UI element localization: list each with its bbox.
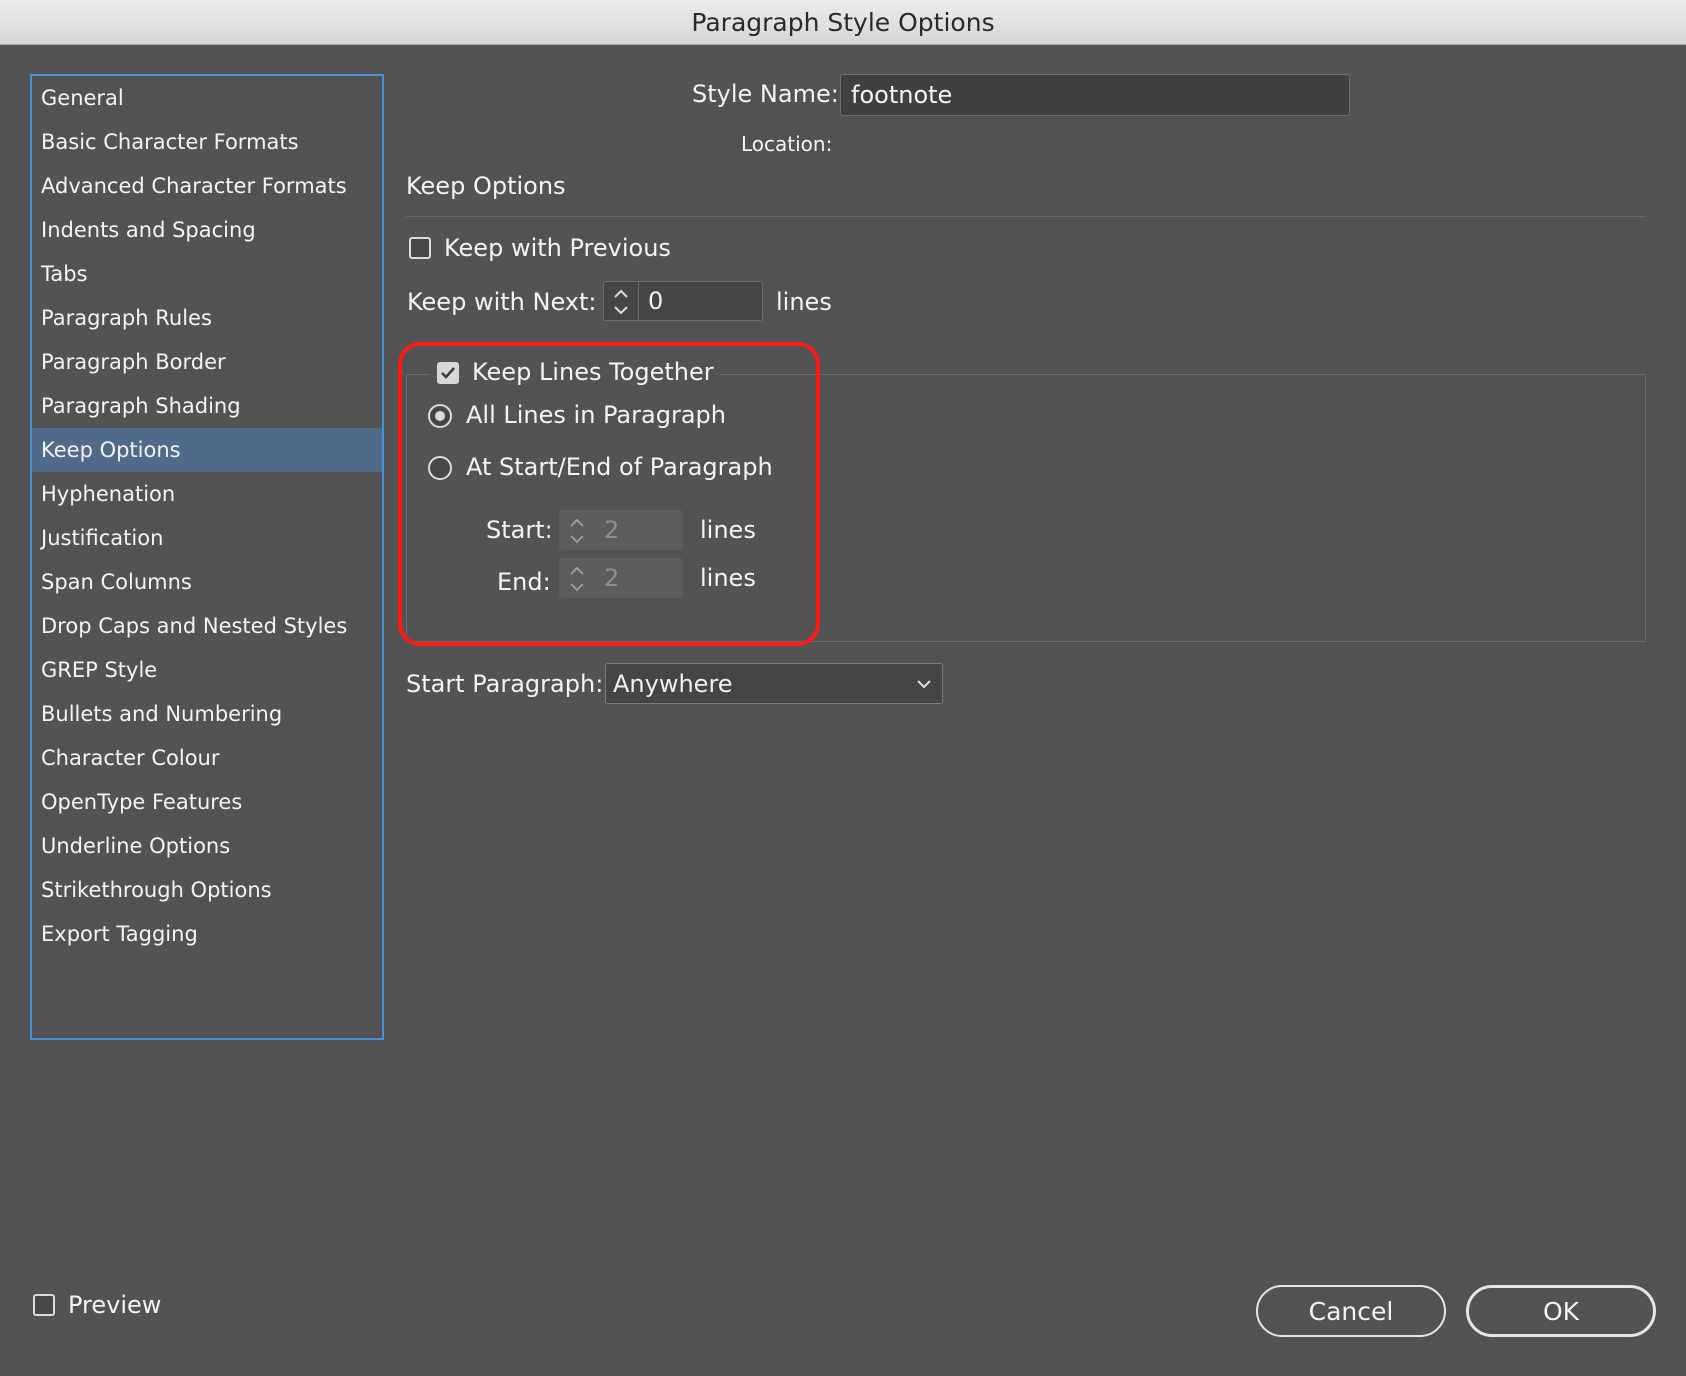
sidebar-item-paragraph-rules[interactable]: Paragraph Rules: [32, 296, 382, 340]
sidebar-item-advanced-character-formats[interactable]: Advanced Character Formats: [32, 164, 382, 208]
category-list[interactable]: General Basic Character Formats Advanced C…: [30, 74, 384, 1040]
sidebar-item-tabs[interactable]: Tabs: [32, 252, 382, 296]
sidebar-item-underline-options[interactable]: Underline Options: [32, 824, 382, 868]
title-bar: Paragraph Style Options: [0, 0, 1686, 45]
start-lines-stepper[interactable]: 2: [559, 510, 683, 550]
keep-lines-together-label: Keep Lines Together: [472, 358, 714, 386]
start-end-label: At Start/End of Paragraph: [466, 453, 773, 481]
section-title: Keep Options: [406, 172, 566, 200]
keep-lines-together-checkbox[interactable]: [437, 362, 459, 384]
stepper-arrows-icon[interactable]: [560, 511, 595, 549]
window-title: Paragraph Style Options: [691, 7, 995, 37]
style-name-label: Style Name:: [692, 80, 839, 108]
all-lines-label: All Lines in Paragraph: [466, 401, 726, 429]
keep-with-previous-label: Keep with Previous: [444, 234, 671, 262]
keep-with-next-unit: lines: [776, 288, 832, 316]
sidebar-item-paragraph-border[interactable]: Paragraph Border: [32, 340, 382, 384]
keep-with-next-stepper[interactable]: 0: [603, 281, 763, 321]
sidebar-item-drop-caps-and-nested-styles[interactable]: Drop Caps and Nested Styles: [32, 604, 382, 648]
preview-checkbox[interactable]: [33, 1294, 55, 1316]
sidebar-item-justification[interactable]: Justification: [32, 516, 382, 560]
chevron-down-icon: [917, 680, 931, 689]
sidebar-item-opentype-features[interactable]: OpenType Features: [32, 780, 382, 824]
start-lines-value: 2: [604, 516, 620, 544]
sidebar-item-grep-style[interactable]: GREP Style: [32, 648, 382, 692]
sidebar-item-indents-and-spacing[interactable]: Indents and Spacing: [32, 208, 382, 252]
sidebar-item-span-columns[interactable]: Span Columns: [32, 560, 382, 604]
checkmark-icon: [441, 367, 455, 379]
start-end-radio[interactable]: [428, 456, 452, 480]
preview-label: Preview: [68, 1291, 162, 1319]
keep-with-previous-checkbox[interactable]: [409, 237, 431, 259]
end-lines-value: 2: [604, 564, 620, 592]
sidebar-item-basic-character-formats[interactable]: Basic Character Formats: [32, 120, 382, 164]
end-lines-stepper[interactable]: 2: [559, 558, 683, 598]
sidebar-item-character-colour[interactable]: Character Colour: [32, 736, 382, 780]
sidebar-item-general[interactable]: General: [32, 76, 382, 120]
start-paragraph-label: Start Paragraph:: [406, 670, 604, 698]
sidebar-item-bullets-and-numbering[interactable]: Bullets and Numbering: [32, 692, 382, 736]
cancel-button[interactable]: Cancel: [1256, 1285, 1446, 1337]
style-name-value: footnote: [851, 81, 953, 109]
keep-with-next-label: Keep with Next:: [407, 288, 597, 316]
end-label: End:: [497, 568, 551, 596]
sidebar-item-strikethrough-options[interactable]: Strikethrough Options: [32, 868, 382, 912]
sidebar-item-export-tagging[interactable]: Export Tagging: [32, 912, 382, 956]
sidebar-item-paragraph-shading[interactable]: Paragraph Shading: [32, 384, 382, 428]
start-label: Start:: [486, 516, 553, 544]
all-lines-radio[interactable]: [428, 404, 452, 428]
keep-with-next-value: 0: [648, 287, 664, 315]
stepper-arrows-icon[interactable]: [604, 282, 639, 320]
start-lines-unit: lines: [700, 516, 756, 544]
end-lines-unit: lines: [700, 564, 756, 592]
location-label: Location:: [741, 132, 833, 156]
style-name-field[interactable]: footnote: [840, 74, 1350, 116]
stepper-arrows-icon[interactable]: [560, 559, 595, 597]
sidebar-item-hyphenation[interactable]: Hyphenation: [32, 472, 382, 516]
section-divider: [406, 216, 1646, 217]
start-paragraph-dropdown[interactable]: Anywhere: [605, 663, 943, 704]
sidebar-item-keep-options[interactable]: Keep Options: [32, 428, 382, 472]
start-paragraph-value: Anywhere: [613, 669, 733, 698]
ok-button[interactable]: OK: [1466, 1285, 1656, 1337]
